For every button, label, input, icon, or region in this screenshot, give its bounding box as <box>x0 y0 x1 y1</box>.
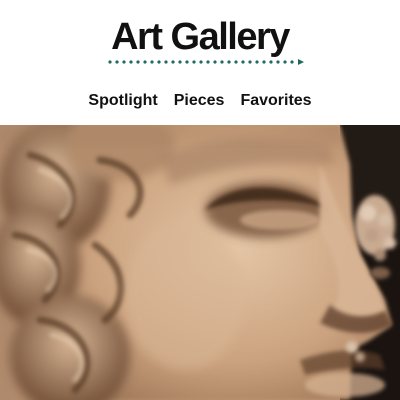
nav-link-spotlight[interactable]: Spotlight <box>88 90 157 112</box>
main-nav: Spotlight Pieces Favorites <box>0 90 400 112</box>
site-header: Art Gallery Spotlight Pieces Favorites <box>0 0 400 125</box>
hero-image[interactable] <box>0 125 400 400</box>
sculpture-bust-image <box>0 125 400 400</box>
title-underline-icon <box>108 59 304 65</box>
nav-link-favorites[interactable]: Favorites <box>240 90 311 112</box>
nav-link-pieces[interactable]: Pieces <box>174 90 225 112</box>
page: Art Gallery Spotlight Pieces Favorites <box>0 0 400 400</box>
site-title[interactable]: Art Gallery <box>0 17 400 58</box>
